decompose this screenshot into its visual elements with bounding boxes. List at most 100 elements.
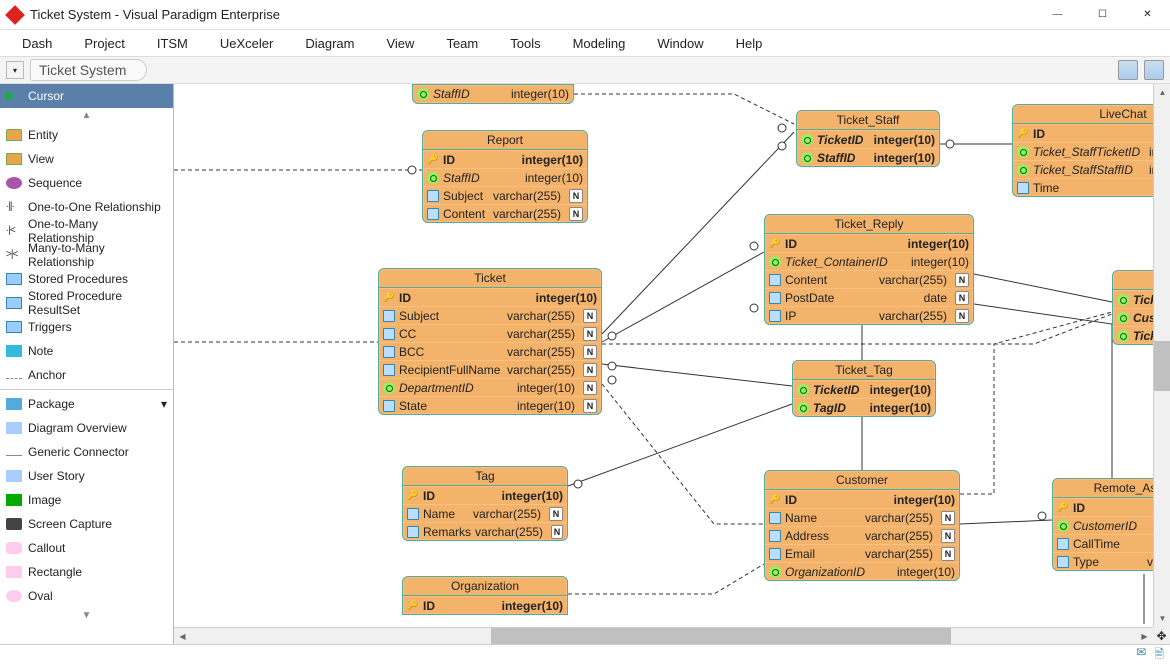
- doc-icon[interactable]: 🗎: [1154, 645, 1164, 658]
- entity-column[interactable]: Contentvarchar(255)N: [765, 270, 973, 288]
- palette-collapse-down[interactable]: ▼: [0, 608, 173, 623]
- menu-view[interactable]: View: [372, 32, 428, 55]
- entity-column[interactable]: Emailvarchar(255)N: [765, 544, 959, 562]
- entity-column[interactable]: 🔑IDinteger(10): [403, 486, 567, 504]
- entity-column[interactable]: Namevarchar(255)N: [765, 508, 959, 526]
- column-name: State: [399, 399, 439, 413]
- palette-cursor[interactable]: Cursor: [0, 84, 173, 108]
- entity-column[interactable]: Namevarchar(255)N: [403, 504, 567, 522]
- palette-many-to-many-relationship[interactable]: >|<Many-to-Many Relationship: [0, 243, 173, 267]
- breadcrumb-dropdown[interactable]: ▾: [6, 61, 24, 79]
- entity-column[interactable]: RecipientFullNamevarchar(255)N: [379, 360, 601, 378]
- scroll-right-button[interactable]: ▶: [1136, 628, 1153, 644]
- entity-column[interactable]: Stateinteger(10)N: [379, 396, 601, 414]
- entity-column[interactable]: TagIDinteger(10): [793, 398, 935, 416]
- entity-column[interactable]: StaffIDinteger(10): [413, 85, 573, 103]
- palette-stored-procedures[interactable]: Stored Procedures: [0, 267, 173, 291]
- entity-column[interactable]: Ticket_StaffStaffIDinteger(10)N: [1013, 160, 1170, 178]
- menu-dash[interactable]: Dash: [8, 32, 66, 55]
- entity-column[interactable]: StaffIDinteger(10): [423, 168, 587, 186]
- menu-help[interactable]: Help: [722, 32, 777, 55]
- chevron-down-icon[interactable]: ▾: [161, 397, 167, 411]
- entity-column[interactable]: 🔑IDinteger(10): [1013, 124, 1170, 142]
- horizontal-scrollbar[interactable]: ◀ ▶: [174, 627, 1153, 644]
- menu-tools[interactable]: Tools: [496, 32, 554, 55]
- vertical-scrollbar[interactable]: ▲ ▼: [1153, 84, 1170, 627]
- entity-column[interactable]: Subjectvarchar(255)N: [423, 186, 587, 204]
- menu-uexceler[interactable]: UeXceler: [206, 32, 287, 55]
- mail-icon[interactable]: ✉: [1136, 645, 1146, 658]
- entity-livechat[interactable]: MLiveChat🔑IDinteger(10)Ticket_StaffTicke…: [1012, 104, 1170, 197]
- entity-column[interactable]: CCvarchar(255)N: [379, 324, 601, 342]
- entity-column[interactable]: IPvarchar(255)N: [765, 306, 973, 324]
- entity-column[interactable]: PostDatedateN: [765, 288, 973, 306]
- entity-customer[interactable]: MCustomer🔑IDinteger(10)Namevarchar(255)N…: [764, 470, 960, 581]
- entity-column[interactable]: 🔑IDinteger(10): [765, 490, 959, 508]
- entity-column[interactable]: TimedateN: [1013, 178, 1170, 196]
- entity-column[interactable]: DepartmentIDinteger(10)N: [379, 378, 601, 396]
- resize-handle-icon[interactable]: ✥: [1153, 627, 1170, 644]
- close-button[interactable]: ✕: [1125, 0, 1170, 30]
- palette-rectangle[interactable]: Rectangle: [0, 560, 173, 584]
- entity-column[interactable]: 🔑IDinteger(10): [423, 150, 587, 168]
- palette-generic-connector[interactable]: Generic Connector: [0, 440, 173, 464]
- entity-column[interactable]: StaffIDinteger(10): [797, 148, 939, 166]
- breadcrumb[interactable]: Ticket System: [30, 59, 147, 81]
- entity-column[interactable]: BCCvarchar(255)N: [379, 342, 601, 360]
- menu-diagram[interactable]: Diagram: [291, 32, 368, 55]
- entity-ticket[interactable]: MTicket🔑IDinteger(10)Subjectvarchar(255)…: [378, 268, 602, 415]
- maximize-button[interactable]: ☐: [1080, 0, 1125, 30]
- palette-sequence[interactable]: Sequence: [0, 171, 173, 195]
- palette-one-to-one-relationship[interactable]: ·||·One-to-One Relationship: [0, 195, 173, 219]
- menu-window[interactable]: Window: [643, 32, 717, 55]
- palette-stored-procedure-resultset[interactable]: Stored Procedure ResultSet: [0, 291, 173, 315]
- scroll-down-button[interactable]: ▼: [1154, 610, 1170, 627]
- palette-view[interactable]: View: [0, 147, 173, 171]
- scroll-up-button[interactable]: ▲: [1154, 84, 1170, 101]
- palette-diagram-overview[interactable]: Diagram Overview: [0, 416, 173, 440]
- palette-callout[interactable]: Callout: [0, 536, 173, 560]
- entity-column[interactable]: 🔑IDinteger(10): [765, 234, 973, 252]
- palette-note[interactable]: Note: [0, 339, 173, 363]
- palette-entity[interactable]: Entity: [0, 123, 173, 147]
- palette-user-story[interactable]: User Story: [0, 464, 173, 488]
- entity-column[interactable]: 🔑IDinteger(10): [403, 596, 567, 614]
- entity-column[interactable]: TicketIDinteger(10): [793, 380, 935, 398]
- diagram-canvas[interactable]: StaffIDinteger(10)MReport🔑IDinteger(10)S…: [174, 84, 1170, 624]
- entity-ticket_reply[interactable]: MTicket_Reply🔑IDinteger(10)Ticket_Contai…: [764, 214, 974, 325]
- column-type: integer(10): [870, 383, 931, 397]
- palette-screen-capture[interactable]: Screen Capture: [0, 512, 173, 536]
- entity-tag[interactable]: MTag🔑IDinteger(10)Namevarchar(255)NRemar…: [402, 466, 568, 541]
- palette-image[interactable]: Image: [0, 488, 173, 512]
- entity-stafffrag[interactable]: StaffIDinteger(10): [412, 84, 574, 104]
- entity-column[interactable]: Ticket_StaffTicketIDinteger(10)N: [1013, 142, 1170, 160]
- entity-column[interactable]: OrganizationIDinteger(10): [765, 562, 959, 580]
- layout-icon[interactable]: [1118, 60, 1138, 80]
- menu-team[interactable]: Team: [432, 32, 492, 55]
- entity-column[interactable]: Ticket_ContainerIDinteger(10): [765, 252, 973, 270]
- minimize-button[interactable]: —: [1035, 0, 1080, 30]
- palette-triggers[interactable]: Triggers: [0, 315, 173, 339]
- entity-column[interactable]: Addressvarchar(255)N: [765, 526, 959, 544]
- menu-project[interactable]: Project: [70, 32, 138, 55]
- entity-column[interactable]: 🔑IDinteger(10): [379, 288, 601, 306]
- entity-ticket_tag[interactable]: MTicket_TagTicketIDinteger(10)TagIDinteg…: [792, 360, 936, 417]
- menu-itsm[interactable]: ITSM: [143, 32, 202, 55]
- entity-ticket_staff[interactable]: MTicket_StaffTicketIDinteger(10)StaffIDi…: [796, 110, 940, 167]
- entity-report[interactable]: MReport🔑IDinteger(10)StaffIDinteger(10)S…: [422, 130, 588, 223]
- scroll-thumb-h[interactable]: [491, 628, 951, 644]
- palette-one-to-many-relationship[interactable]: ·|<One-to-Many Relationship: [0, 219, 173, 243]
- palette-oval[interactable]: Oval: [0, 584, 173, 608]
- scroll-left-button[interactable]: ◀: [174, 628, 191, 644]
- entity-organization[interactable]: MOrganization🔑IDinteger(10): [402, 576, 568, 615]
- palette-collapse-up[interactable]: ▲: [0, 108, 173, 123]
- scroll-thumb-v[interactable]: [1154, 341, 1170, 391]
- entity-column[interactable]: Contentvarchar(255)N: [423, 204, 587, 222]
- entity-column[interactable]: TicketIDinteger(10): [797, 130, 939, 148]
- entity-column[interactable]: Remarksvarchar(255)N: [403, 522, 567, 540]
- palette-package[interactable]: Package▾: [0, 392, 173, 416]
- pane-icon[interactable]: [1144, 60, 1164, 80]
- menu-modeling[interactable]: Modeling: [559, 32, 640, 55]
- palette-anchor[interactable]: Anchor: [0, 363, 173, 387]
- entity-column[interactable]: Subjectvarchar(255)N: [379, 306, 601, 324]
